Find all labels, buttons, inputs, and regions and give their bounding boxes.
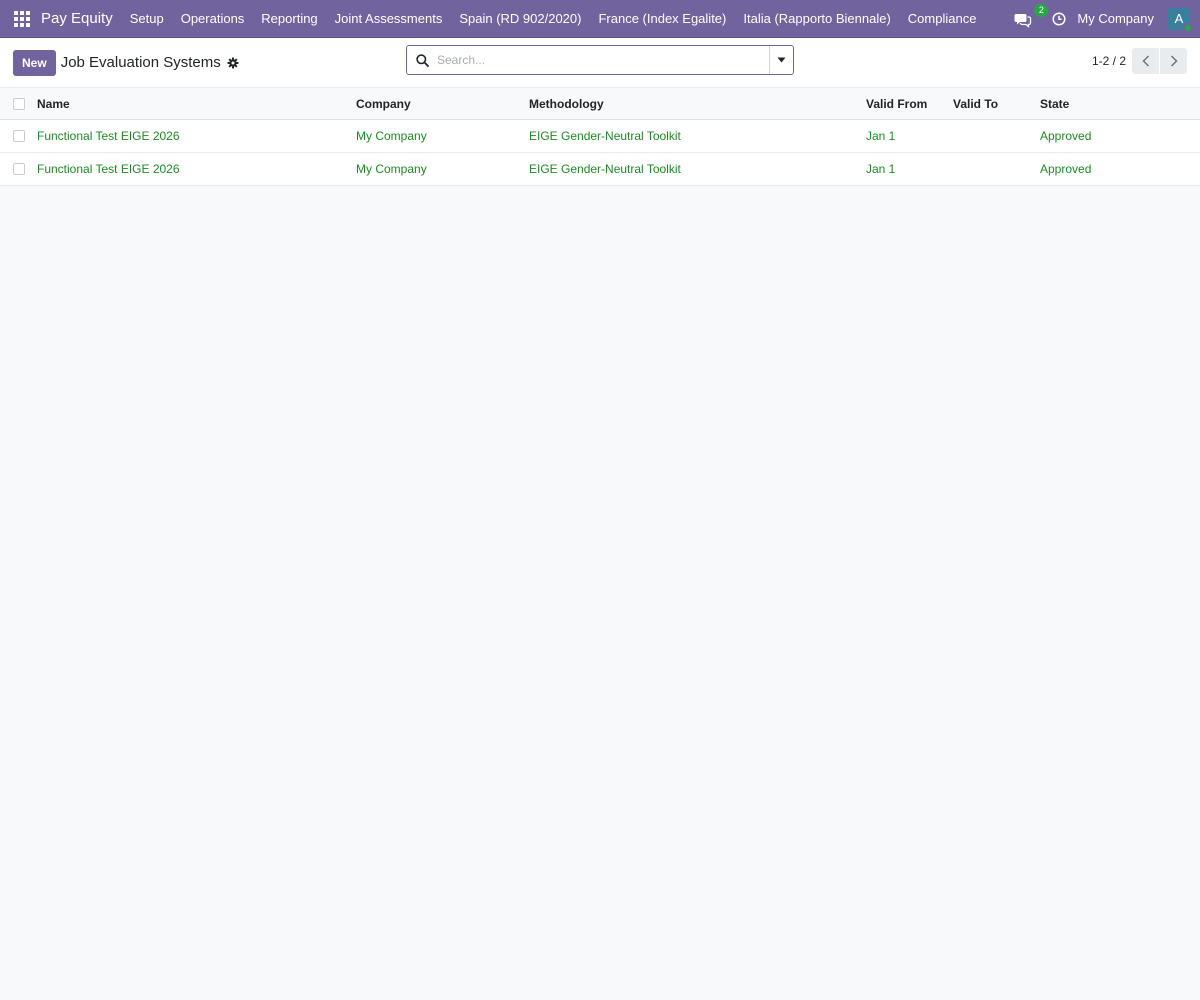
search-icon (407, 46, 437, 74)
messaging-button[interactable]: 2 (1014, 3, 1049, 29)
menu-item-setup[interactable]: Setup (130, 11, 164, 26)
search-bar (406, 45, 794, 75)
cell-name: Functional Test EIGE 2026 (37, 162, 180, 176)
messages-count-badge: 2 (1034, 3, 1049, 17)
column-header-valid-from[interactable]: Valid From (866, 97, 927, 111)
menu-item-operations[interactable]: Operations (181, 11, 245, 26)
pager-previous-button[interactable] (1132, 48, 1159, 74)
table-header: Name Company Methodology Valid From Vali… (0, 88, 1200, 120)
clock-icon (1052, 11, 1066, 26)
cell-valid-from: Jan 1 (866, 162, 896, 176)
online-status-dot (1183, 22, 1193, 33)
top-navbar: Pay Equity Setup Operations Reporting Jo… (0, 0, 1200, 38)
main-menu: Setup Operations Reporting Joint Assessm… (130, 11, 994, 26)
user-avatar[interactable]: A (1168, 7, 1193, 33)
company-switcher[interactable]: My Company (1077, 11, 1154, 26)
cell-company: My Company (356, 129, 427, 143)
gear-icon[interactable] (227, 57, 239, 69)
cell-state: Approved (1040, 162, 1092, 176)
cell-methodology: EIGE Gender-Neutral Toolkit (529, 162, 681, 176)
select-all-checkbox[interactable] (13, 97, 25, 110)
search-options-toggle[interactable] (769, 46, 793, 74)
apps-grid-icon[interactable] (14, 10, 30, 27)
search-input[interactable] (437, 47, 769, 73)
control-panel: New Job Evaluation Systems Search... 1-2… (0, 38, 1200, 88)
avatar-letter: A (1174, 10, 1184, 26)
menu-item-italia[interactable]: Italia (Rapporto Biennale) (743, 11, 890, 26)
column-header-name[interactable]: Name (37, 97, 70, 111)
table-row[interactable]: Functional Test EIGE 2026 My Company EIG… (0, 153, 1200, 186)
menu-item-reporting[interactable]: Reporting (261, 11, 317, 26)
pager: 1-2 / 2 (1092, 48, 1187, 74)
column-header-methodology[interactable]: Methodology (529, 97, 604, 111)
app-brand[interactable]: Pay Equity (41, 10, 113, 27)
menu-item-spain[interactable]: Spain (RD 902/2020) (459, 11, 581, 26)
row-checkbox[interactable] (13, 163, 25, 175)
cell-valid-from: Jan 1 (866, 129, 896, 143)
new-button[interactable]: New (13, 49, 56, 76)
chevron-right-icon (1170, 55, 1178, 67)
column-header-state[interactable]: State (1040, 97, 1069, 111)
activity-button[interactable] (1052, 11, 1066, 26)
pager-next-button[interactable] (1160, 48, 1187, 74)
caret-down-icon (777, 57, 786, 63)
column-header-valid-to[interactable]: Valid To (953, 97, 998, 111)
cell-company: My Company (356, 162, 427, 176)
pager-value[interactable]: 1-2 / 2 (1092, 54, 1126, 68)
menu-item-compliance[interactable]: Compliance (908, 11, 977, 26)
chevron-left-icon (1141, 55, 1149, 67)
menu-item-france[interactable]: France (Index Egalite) (598, 11, 726, 26)
page-title: Job Evaluation Systems (60, 54, 221, 71)
cell-state: Approved (1040, 129, 1092, 143)
menu-item-joint-assessments[interactable]: Joint Assessments (335, 11, 443, 26)
chat-icon (1014, 13, 1032, 28)
navbar-systray: 2 My Company A (1014, 3, 1193, 33)
table-row[interactable]: Functional Test EIGE 2026 My Company EIG… (0, 120, 1200, 153)
cell-methodology: EIGE Gender-Neutral Toolkit (529, 129, 681, 143)
row-checkbox[interactable] (13, 130, 25, 142)
cell-name: Functional Test EIGE 2026 (37, 129, 180, 143)
column-header-company[interactable]: Company (356, 97, 411, 111)
list-table: Name Company Methodology Valid From Vali… (0, 88, 1200, 186)
